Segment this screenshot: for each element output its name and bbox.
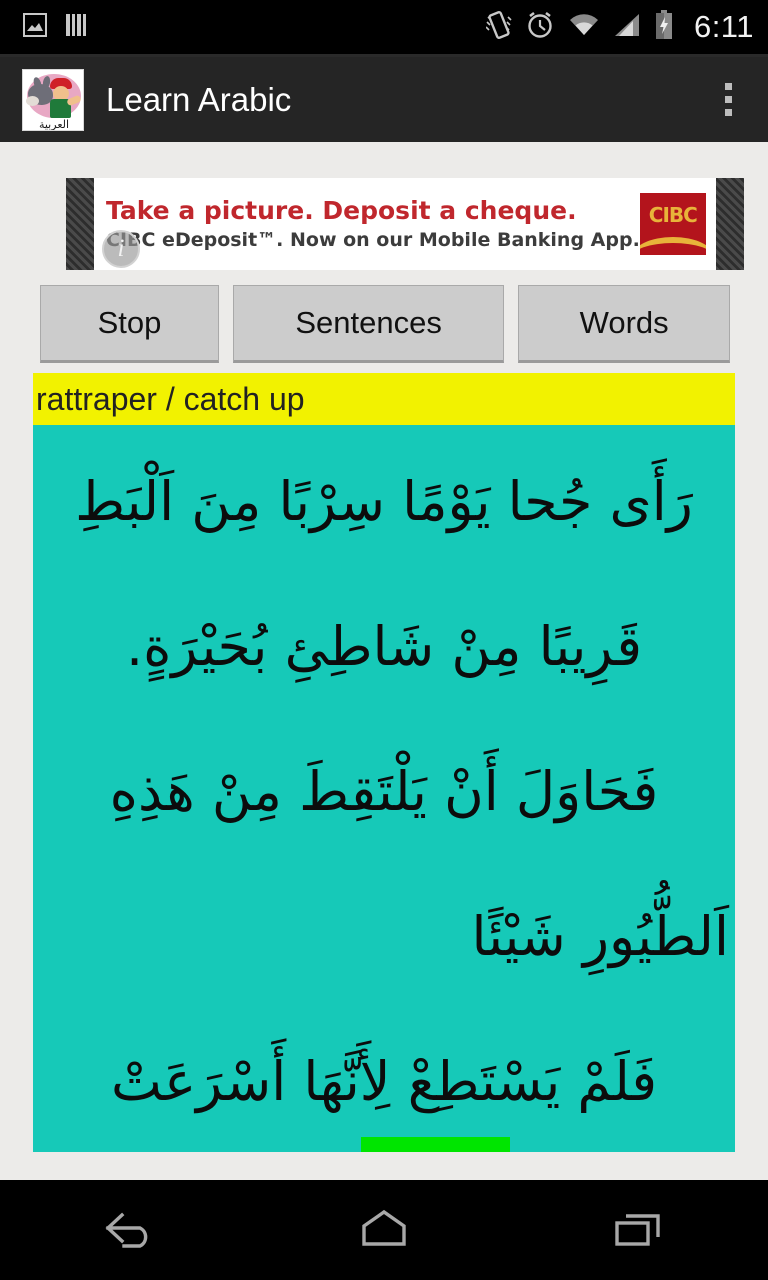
ad-right-edge bbox=[715, 178, 744, 270]
ad-subline: CIBC eDeposit™. Now on our Mobile Bankin… bbox=[106, 229, 640, 251]
ad-info-icon[interactable]: i bbox=[102, 230, 140, 268]
recents-icon bbox=[608, 1206, 672, 1255]
ad-body[interactable]: Take a picture. Deposit a cheque. CIBC e… bbox=[94, 178, 716, 270]
arabic-line-1[interactable]: رَأَى جُحا يَوْمًا سِرْبًا مِنَ اَلْبَطِ bbox=[33, 429, 735, 574]
battery-charging-icon bbox=[654, 9, 674, 45]
stop-button[interactable]: Stop bbox=[40, 285, 219, 363]
translation-text: rattraper / catch up bbox=[36, 380, 305, 417]
system-navigation-bar bbox=[0, 1180, 768, 1280]
alarm-icon bbox=[525, 10, 555, 45]
logo-arabic-caption: العربية bbox=[38, 117, 70, 131]
wifi-icon bbox=[568, 12, 600, 43]
home-icon bbox=[352, 1206, 416, 1255]
overflow-dot-2 bbox=[724, 96, 732, 103]
content-area: Take a picture. Deposit a cheque. CIBC e… bbox=[0, 142, 768, 1180]
control-button-row: Stop Sentences Words bbox=[40, 285, 730, 363]
ad-headline: Take a picture. Deposit a cheque. bbox=[106, 196, 577, 225]
ad-left-edge bbox=[66, 178, 94, 270]
arabic-line-3[interactable]: فَحَاوَلَ أَنْ يَلْتَقِطَ مِنْ هَذِهِ bbox=[33, 719, 735, 864]
overflow-menu-icon[interactable] bbox=[712, 72, 744, 128]
overflow-dot-3 bbox=[724, 109, 732, 116]
status-bar-right-icons: 6:11 bbox=[485, 9, 754, 45]
nav-back-button[interactable] bbox=[53, 1180, 203, 1280]
sentences-button[interactable]: Sentences bbox=[232, 285, 505, 363]
nav-recents-button[interactable] bbox=[565, 1180, 715, 1280]
arabic-line-4[interactable]: اَلطُّيُورِ شَيْئًا bbox=[33, 864, 735, 1009]
status-bar: 6:11 bbox=[0, 0, 768, 54]
app-screen: 6:11 العربية Learn Arabic Take a picture… bbox=[0, 0, 768, 1280]
signal-icon bbox=[613, 12, 641, 43]
cibc-wordmark: CIBC bbox=[648, 203, 698, 227]
vibrate-icon bbox=[485, 10, 512, 45]
words-button[interactable]: Words bbox=[518, 285, 730, 363]
overflow-dot-1 bbox=[724, 83, 732, 90]
barcode-icon bbox=[64, 12, 92, 43]
app-bar: العربية Learn Arabic bbox=[0, 57, 768, 142]
cibc-logo-icon: CIBC bbox=[639, 193, 706, 255]
translation-bar[interactable]: rattraper / catch up bbox=[33, 373, 735, 425]
arabic-line-2[interactable]: قَرِيبًا مِنْ شَاطِئِ بُحَيْرَةٍ. bbox=[33, 574, 735, 719]
page-title: Learn Arabic bbox=[106, 80, 292, 118]
logo-donkey-snout bbox=[26, 95, 39, 106]
status-bar-left-icons bbox=[22, 12, 92, 43]
arabic-text-panel[interactable]: رَأَى جُحا يَوْمًا سِرْبًا مِنَ اَلْبَطِ… bbox=[33, 425, 735, 1152]
ad-banner[interactable]: Take a picture. Deposit a cheque. CIBC e… bbox=[66, 178, 744, 270]
back-icon bbox=[96, 1206, 160, 1255]
photo-icon bbox=[22, 12, 48, 43]
app-logo-icon: العربية bbox=[22, 68, 84, 131]
nav-home-button[interactable] bbox=[309, 1180, 459, 1280]
status-bar-clock: 6:11 bbox=[693, 9, 754, 44]
cibc-swoosh bbox=[639, 237, 706, 255]
arabic-line-5[interactable]: فَلَمْ يَسْتَطِعْ لِأَنَّهَا أَسْرَعَتْ bbox=[33, 1009, 735, 1152]
highlight-green-block bbox=[361, 1137, 510, 1152]
ad-text-block: Take a picture. Deposit a cheque. CIBC e… bbox=[106, 196, 640, 252]
